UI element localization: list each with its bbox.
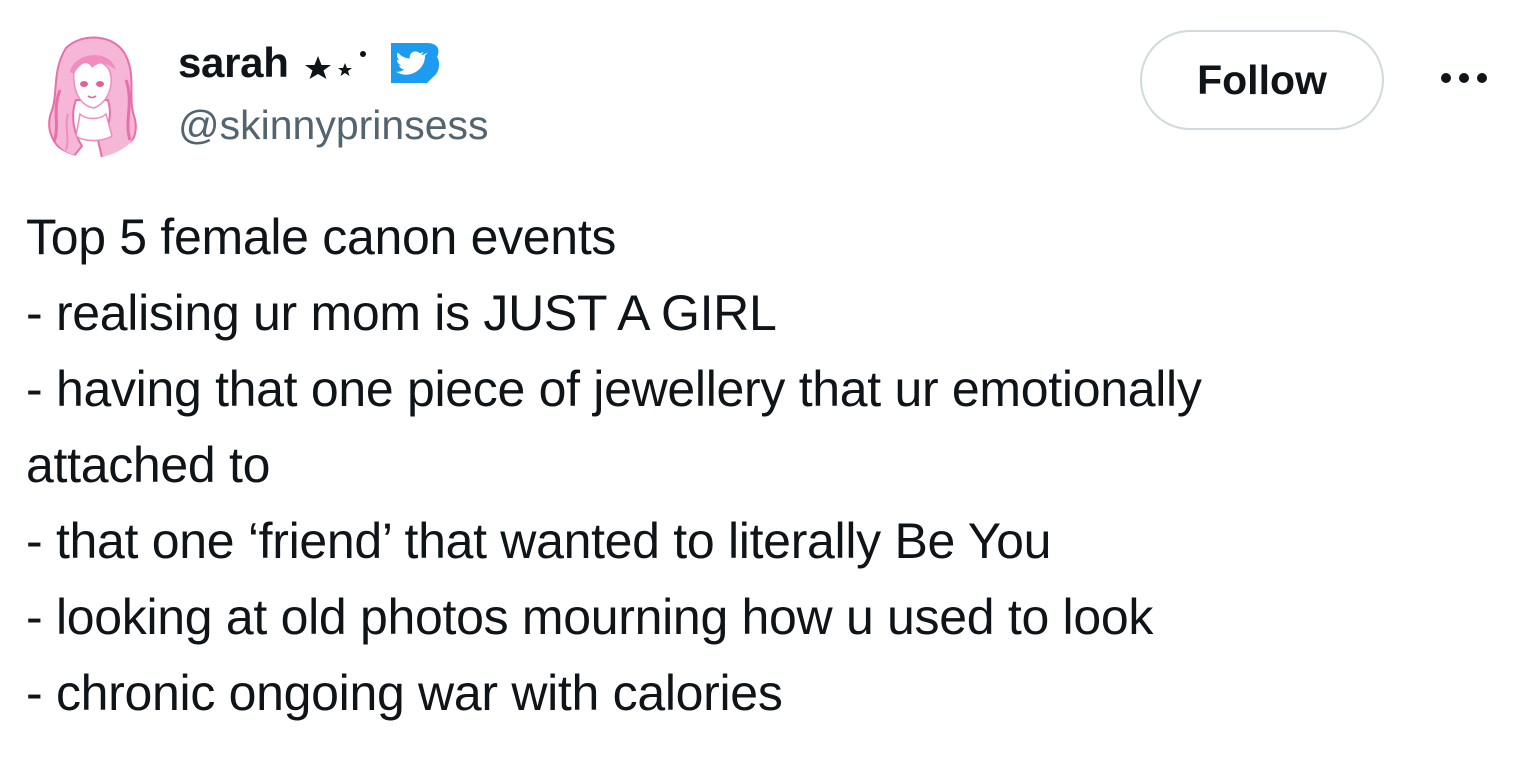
tweet-line: attached to	[26, 437, 271, 493]
tweet-line: - looking at old photos mourning how u u…	[26, 589, 1154, 645]
star-emoji-icon	[304, 51, 366, 79]
author-handle[interactable]: @skinnyprinsess	[178, 100, 489, 150]
verified-bird-badge-icon[interactable]	[387, 41, 443, 85]
tweet-line: - realising ur mom is JUST A GIRL	[26, 285, 777, 341]
display-name[interactable]: sarah	[178, 38, 289, 88]
tweet-text: Top 5 female canon events - realising ur…	[26, 199, 1496, 731]
tweet-line: - that one ‘friend’ that wanted to liter…	[26, 513, 1052, 569]
tweet-line: - chronic ongoing war with calories	[26, 665, 783, 721]
author-name-row[interactable]: sarah	[178, 38, 443, 88]
follow-button[interactable]: Follow	[1140, 30, 1384, 130]
more-horizontal-icon	[1441, 73, 1487, 83]
tweet-line: Top 5 female canon events	[26, 209, 617, 265]
avatar[interactable]	[30, 30, 152, 158]
tweet-line: - having that one piece of jewellery tha…	[26, 361, 1202, 417]
more-options-button[interactable]	[1432, 58, 1496, 98]
anime-girl-avatar-image	[48, 36, 137, 158]
name-emoji	[301, 38, 373, 88]
